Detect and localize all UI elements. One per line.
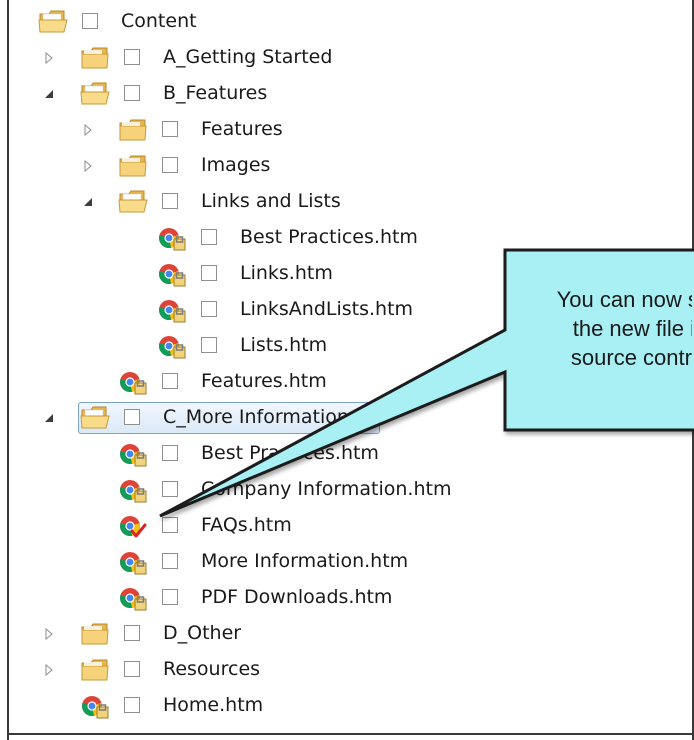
chrome-file-locked-icon: [157, 333, 187, 359]
tree-item-checkbox[interactable]: [124, 409, 140, 425]
tree-file-row[interactable]: Company Information.htm: [0, 474, 694, 506]
tree-item-checkbox[interactable]: [162, 517, 178, 533]
chrome-file-locked-icon: [118, 549, 148, 575]
collapse-arrow-icon[interactable]: [43, 88, 55, 100]
tree-item-checkbox[interactable]: [201, 229, 217, 245]
tree-folder-row[interactable]: D_Other: [0, 618, 694, 650]
tree-item-checkbox[interactable]: [162, 589, 178, 605]
folder-open-icon: [38, 9, 68, 35]
chrome-file-locked-icon: [118, 585, 148, 611]
tree-item-label: PDF Downloads.htm: [201, 586, 393, 608]
panel-bottom-border: [7, 733, 694, 735]
tree-item-label: C_More Information: [163, 406, 349, 428]
tree-folder-row[interactable]: Features: [0, 114, 694, 146]
callout-text-area: You can now see the new file in source c…: [505, 250, 692, 430]
tree-file-row[interactable]: Home.htm: [0, 690, 694, 722]
tree-item-checkbox[interactable]: [124, 49, 140, 65]
tree-item-checkbox[interactable]: [162, 373, 178, 389]
tree-item-label: D_Other: [163, 622, 242, 644]
tree-file-row[interactable]: PDF Downloads.htm: [0, 582, 694, 614]
tree-item-label: Resources: [163, 658, 261, 680]
expand-arrow-icon[interactable]: [43, 52, 55, 64]
expand-arrow-icon[interactable]: [82, 160, 94, 172]
tree-item-label: Features: [201, 118, 283, 140]
chrome-file-locked-icon: [157, 225, 187, 251]
chrome-file-locked-icon: [80, 693, 110, 719]
callout-line-3: source control: [570, 345, 692, 370]
folder-icon: [80, 621, 110, 647]
tree-item-checkbox[interactable]: [124, 697, 140, 713]
tree-folder-row[interactable]: A_Getting Started: [0, 42, 694, 74]
folder-icon: [80, 657, 110, 683]
tree-item-label: Home.htm: [163, 694, 264, 716]
tree-item-checkbox[interactable]: [124, 661, 140, 677]
chrome-file-locked-icon: [118, 369, 148, 395]
tree-item-checkbox[interactable]: [162, 121, 178, 137]
tree-item-checkbox[interactable]: [124, 85, 140, 101]
chrome-file-locked-icon: [157, 261, 187, 287]
tree-item-label: More Information.htm: [201, 550, 409, 572]
tree-item-label: Best Practices.htm: [240, 226, 418, 248]
tree-item-checkbox[interactable]: [124, 625, 140, 641]
folder-open-icon: [80, 405, 110, 431]
tree-item-label: Best Practices.htm: [201, 442, 379, 464]
folder-icon: [118, 117, 148, 143]
folder-icon: [118, 153, 148, 179]
tree-item-label: LinksAndLists.htm: [240, 298, 414, 320]
folder-open-icon: [118, 189, 148, 215]
tree-item-checkbox[interactable]: [162, 445, 178, 461]
tree-folder-row[interactable]: Images: [0, 150, 694, 182]
folder-icon: [80, 45, 110, 71]
chrome-file-locked-icon: [118, 477, 148, 503]
collapse-arrow-icon[interactable]: [43, 412, 55, 424]
callout-line-2: the new file in: [572, 316, 692, 341]
tree-item-label: Links and Lists: [201, 190, 341, 212]
callout-line-1: You can now see: [556, 287, 692, 312]
tree-item-checkbox[interactable]: [201, 301, 217, 317]
tree-file-row[interactable]: Best Practices.htm: [0, 438, 694, 470]
expand-arrow-icon[interactable]: [43, 628, 55, 640]
tree-item-checkbox[interactable]: [162, 157, 178, 173]
folder-open-icon: [80, 81, 110, 107]
tree-file-row[interactable]: FAQs.htm: [0, 510, 694, 542]
chrome-file-checked-icon: [118, 513, 148, 539]
tree-item-checkbox[interactable]: [201, 265, 217, 281]
tree-folder-row[interactable]: Resources: [0, 654, 694, 686]
tree-item-checkbox[interactable]: [162, 193, 178, 209]
tree-item-label: A_Getting Started: [163, 46, 333, 68]
tree-item-checkbox[interactable]: [82, 13, 98, 29]
collapse-arrow-icon[interactable]: [82, 196, 94, 208]
tree-folder-row[interactable]: B_Features: [0, 78, 694, 110]
expand-arrow-icon[interactable]: [43, 664, 55, 676]
tree-item-checkbox[interactable]: [201, 337, 217, 353]
expand-arrow-icon[interactable]: [82, 124, 94, 136]
tree-folder-row[interactable]: Content: [0, 6, 694, 38]
tree-item-checkbox[interactable]: [162, 481, 178, 497]
tree-item-label: Features.htm: [201, 370, 327, 392]
tree-item-label: Images: [201, 154, 271, 176]
chrome-file-locked-icon: [157, 297, 187, 323]
tree-item-label: FAQs.htm: [201, 514, 292, 536]
tree-folder-row[interactable]: Links and Lists: [0, 186, 694, 218]
tree-item-checkbox[interactable]: [162, 553, 178, 569]
tree-item-label: Links.htm: [240, 262, 333, 284]
tree-item-label: Company Information.htm: [201, 478, 452, 500]
chrome-file-locked-icon: [118, 441, 148, 467]
tree-item-label: Lists.htm: [240, 334, 328, 356]
tree-item-label: Content: [121, 10, 197, 32]
tree-item-label: B_Features: [163, 82, 268, 104]
tree-file-row[interactable]: More Information.htm: [0, 546, 694, 578]
